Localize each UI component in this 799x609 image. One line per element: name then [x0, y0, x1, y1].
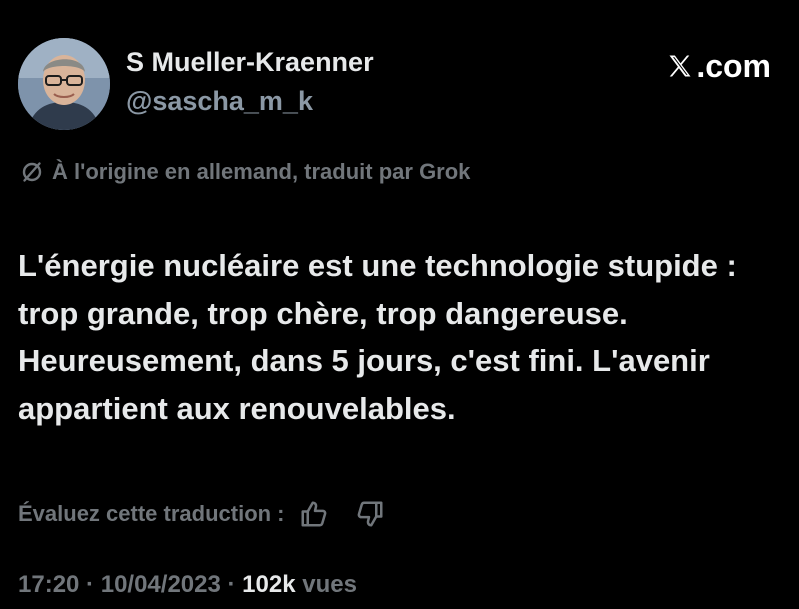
author-handle[interactable]: @sascha_m_k	[126, 84, 374, 118]
thumbs-up-icon[interactable]	[299, 499, 329, 529]
thumbs-down-icon[interactable]	[355, 499, 385, 529]
tweet-date[interactable]: 10/04/2023	[101, 571, 221, 598]
avatar[interactable]	[18, 38, 110, 130]
tweet-text: L'énergie nucléaire est une technologie …	[18, 248, 737, 426]
brand-watermark: .com	[666, 48, 771, 84]
author-display-name[interactable]: S Mueller-Kraenner	[126, 44, 374, 80]
tweet-card: S Mueller-Kraenner @sascha_m_k .com À l'…	[0, 0, 799, 609]
tweet-time[interactable]: 17:20	[18, 571, 79, 598]
tweet-meta: 17:20 · 10/04/2023 · 102k vues	[18, 568, 357, 602]
meta-separator: ·	[79, 571, 101, 598]
rate-translation: Évaluez cette traduction :	[18, 499, 385, 529]
author-block: S Mueller-Kraenner @sascha_m_k	[126, 44, 374, 118]
translation-note: À l'origine en allemand, traduit par Gro…	[20, 157, 470, 187]
views-count: 102k	[242, 571, 296, 598]
meta-separator: ·	[220, 571, 243, 598]
translate-slash-icon	[22, 162, 42, 182]
brand-label: .com	[696, 48, 771, 84]
translation-note-text: À l'origine en allemand, traduit par Gro…	[52, 159, 471, 184]
views-label: vues	[302, 571, 357, 598]
rate-translation-label: Évaluez cette traduction :	[18, 501, 285, 526]
person-photo-icon	[18, 38, 110, 130]
x-logo-icon	[669, 55, 691, 77]
